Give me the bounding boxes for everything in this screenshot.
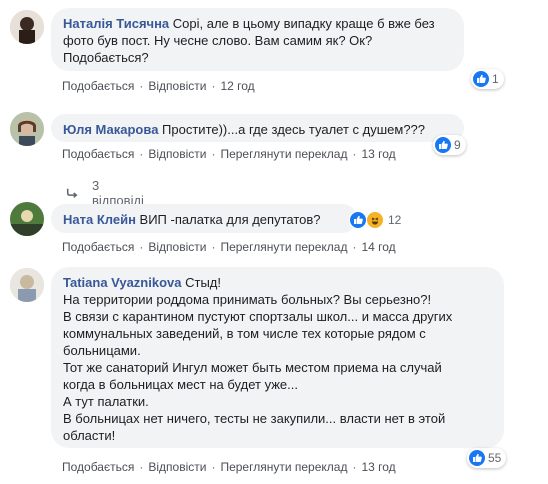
comment-text-line: В связи с карантином пустуют спортзалы ш… <box>63 309 453 324</box>
like-reaction-icon <box>469 450 485 466</box>
like-reaction-icon <box>473 71 489 87</box>
separator-dot: · <box>211 240 216 254</box>
comment-text-line: Тот же санаторий Ингул может быть местом… <box>63 360 442 375</box>
like-reaction-icon <box>349 211 367 229</box>
like-link[interactable]: Подобається <box>62 240 134 254</box>
translate-link[interactable]: Переглянути переклад <box>220 240 347 254</box>
comment-text-line: области! <box>63 428 116 443</box>
reaction-count: 1 <box>492 72 499 86</box>
reaction-count: 9 <box>454 138 461 152</box>
avatar[interactable] <box>10 268 44 302</box>
comment-time[interactable]: 12 год <box>220 79 254 93</box>
translate-link[interactable]: Переглянути переклад <box>220 147 347 161</box>
reaction-count: 55 <box>488 451 502 465</box>
reply-link[interactable]: Відповісти <box>148 240 206 254</box>
avatar[interactable] <box>10 202 44 236</box>
comment-text-line: коммунальных заведений, в том числе тех … <box>63 326 426 341</box>
comment-bubble: Наталія Тисячна Сорі, але в цьому випадк… <box>51 8 464 71</box>
avatar[interactable] <box>10 10 44 44</box>
comment-actions: Подобається · Відповісти · 12 год <box>62 79 255 93</box>
comment-bubble: Юля Макарова Простите))...а где здесь ту… <box>51 114 464 142</box>
comment-time[interactable]: 13 год <box>361 460 395 474</box>
comment-actions: Подобається · Відповісти · Переглянути перек… <box>62 147 396 161</box>
comment-author[interactable]: Наталія Тисячна <box>63 16 169 31</box>
comment-text-line: больницами. <box>63 343 141 358</box>
translate-link[interactable]: Переглянути переклад <box>220 460 347 474</box>
reply-link[interactable]: Відповісти <box>148 79 206 93</box>
reaction-summary[interactable]: 55 <box>467 448 507 468</box>
comment-text-line: На территории роддома принимать больных?… <box>63 292 432 307</box>
comment-actions: Подобається · Відповісти · Переглянути перек… <box>62 240 396 254</box>
comment-text-line: Сорі, але в цьому випадку краще б вже бе… <box>169 16 435 31</box>
like-reaction-icon <box>435 137 451 153</box>
comment-text: Простите))...а где здесь туалет с душем?… <box>158 122 426 137</box>
separator-dot: · <box>139 79 144 93</box>
reply-link[interactable]: Відповісти <box>148 460 206 474</box>
separator-dot: · <box>352 147 357 161</box>
comment-text-line: А тут палатки. <box>63 394 149 409</box>
separator-dot: · <box>211 460 216 474</box>
comment-time[interactable]: 14 год <box>361 240 395 254</box>
separator-dot: · <box>352 460 357 474</box>
comment-text-line: В больницах нет ничего, тесты не закупил… <box>63 411 446 426</box>
comment-author[interactable]: Ната Клейн <box>63 212 136 227</box>
comment-time[interactable]: 13 год <box>361 147 395 161</box>
comment-text-line: когда в больницах мест на будет уже... <box>63 377 298 392</box>
haha-reaction-icon <box>366 211 384 229</box>
comment-author[interactable]: Юля Макарова <box>63 122 158 137</box>
reaction-summary[interactable]: 1 <box>471 69 504 89</box>
comment-actions: Подобається · Відповісти · Переглянути перек… <box>62 460 396 474</box>
separator-dot: · <box>139 147 144 161</box>
separator-dot: · <box>211 79 216 93</box>
reply-link[interactable]: Відповісти <box>148 147 206 161</box>
comment-text-line: Подобається? <box>63 50 149 65</box>
comment-text-line: фото був пост. Ну чесне слово. Вам самим… <box>63 33 373 48</box>
comment-author[interactable]: Tatiana Vyaznikova <box>63 275 182 290</box>
like-link[interactable]: Подобається <box>62 79 134 93</box>
reply-arrow-icon <box>66 188 78 198</box>
reaction-summary[interactable]: 9 <box>433 135 466 155</box>
reaction-count: 12 <box>388 213 402 227</box>
comment-bubble: Ната Клейн ВИП -палатка для депутатов? <box>51 204 357 233</box>
separator-dot: · <box>139 240 144 254</box>
comment-text: ВИП -палатка для депутатов? <box>135 212 321 227</box>
reaction-summary[interactable]: 12 <box>347 210 406 230</box>
like-link[interactable]: Подобається <box>62 460 134 474</box>
separator-dot: · <box>352 240 357 254</box>
avatar[interactable] <box>10 112 44 146</box>
comment-text-line: Стыд! <box>181 275 221 290</box>
like-link[interactable]: Подобається <box>62 147 134 161</box>
separator-dot: · <box>211 147 216 161</box>
comment-bubble: Tatiana Vyaznikova Стыд! На территории р… <box>51 267 504 448</box>
separator-dot: · <box>139 460 144 474</box>
